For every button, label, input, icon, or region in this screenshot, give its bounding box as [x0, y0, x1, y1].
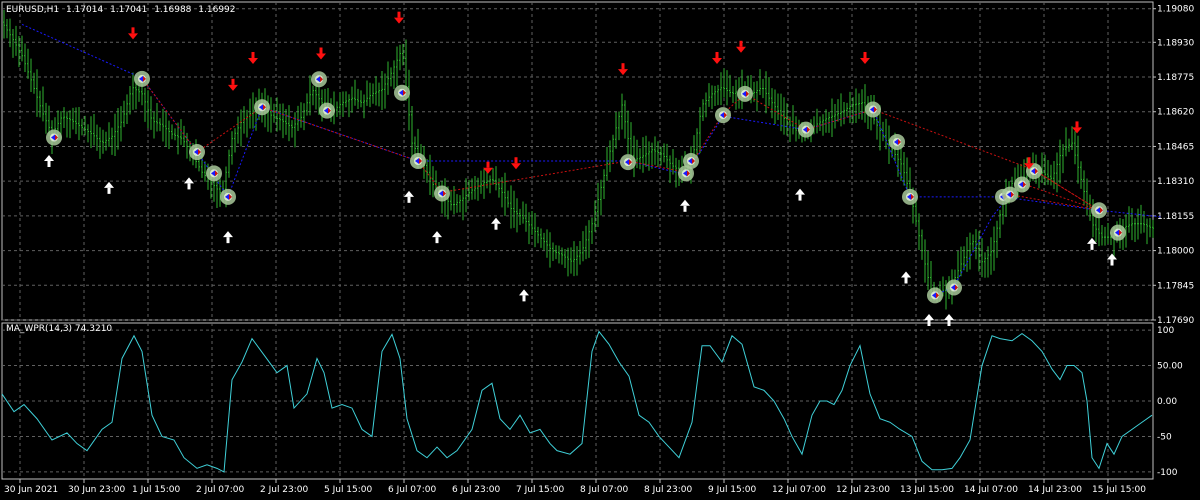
time-axis-label: 8 Jul 23:00	[644, 485, 693, 495]
up-arrow-stem	[407, 196, 411, 203]
down-arrow-stem	[514, 157, 518, 164]
time-axis-label: 12 Jul 07:00	[772, 485, 826, 495]
down-arrow-stem	[397, 11, 401, 18]
indicator-axis-label: 100	[1157, 326, 1174, 336]
down-arrow-stem	[863, 51, 867, 58]
up-arrow-stem	[522, 295, 526, 302]
time-axis-label: 12 Jul 23:00	[836, 485, 890, 495]
up-arrow-stem	[226, 237, 230, 244]
price-axis-label: 1.17690	[1157, 316, 1194, 326]
time-axis-label: 30 Jun 23:00	[68, 485, 125, 495]
price-axis-label: 1.18155	[1157, 212, 1194, 222]
down-arrow-stem	[231, 78, 235, 85]
down-arrow-stem	[486, 161, 490, 168]
price-axis-label: 1.19080	[1157, 5, 1194, 15]
indicator-axis-label: 50.00	[1157, 362, 1183, 372]
time-axis-label: 6 Jul 23:00	[452, 485, 501, 495]
time-axis-label: 13 Jul 15:00	[900, 485, 954, 495]
up-arrow-stem	[927, 320, 931, 326]
time-axis-label: 30 Jun 2021	[4, 485, 58, 495]
chart-background	[0, 0, 1200, 500]
up-arrow-stem	[947, 320, 951, 326]
price-axis-label: 1.18465	[1157, 142, 1194, 152]
time-axis-label: 14 Jul 23:00	[1028, 485, 1082, 495]
up-arrow-stem	[494, 223, 498, 230]
down-arrow-stem	[1075, 121, 1079, 128]
indicator-axis-label: -100	[1157, 468, 1178, 478]
down-arrow-stem	[319, 47, 323, 54]
up-arrow-stem	[1110, 259, 1114, 266]
indicator-axis-label: -50	[1157, 432, 1172, 442]
up-arrow-stem	[435, 237, 439, 244]
up-arrow-stem	[1090, 243, 1094, 250]
down-arrow-stem	[1027, 157, 1031, 164]
price-axis-label: 1.18310	[1157, 177, 1194, 187]
time-axis-label: 8 Jul 07:00	[580, 485, 629, 495]
up-arrow-stem	[904, 277, 908, 284]
price-axis-label: 1.18000	[1157, 247, 1194, 257]
price-axis-label: 1.18620	[1157, 108, 1194, 118]
up-arrow-stem	[47, 161, 51, 167]
down-arrow-stem	[715, 51, 719, 58]
chart-canvas[interactable]: 1.19080 1.18930 1.18775 1.18620 1.18465 1.183…	[0, 0, 1200, 500]
trading-chart[interactable]: 1.19080 1.18930 1.18775 1.18620 1.18465 1.183…	[0, 0, 1200, 500]
up-arrow-stem	[107, 187, 111, 194]
down-arrow-stem	[251, 51, 255, 58]
up-arrow-stem	[683, 205, 687, 212]
indicator-axis-label: 0.00	[1157, 397, 1177, 407]
time-axis-label: 2 Jul 23:00	[260, 485, 309, 495]
price-axis-label: 1.18930	[1157, 38, 1194, 48]
time-axis-label: 5 Jul 15:00	[324, 485, 373, 495]
time-axis-label: 2 Jul 07:00	[196, 485, 245, 495]
time-axis-label: 6 Jul 07:00	[388, 485, 437, 495]
down-arrow-stem	[131, 27, 135, 34]
up-arrow-stem	[798, 194, 802, 201]
time-axis-label: 14 Jul 07:00	[964, 485, 1018, 495]
price-axis-label: 1.17845	[1157, 281, 1194, 291]
time-axis-label: 1 Jul 15:00	[132, 485, 181, 495]
down-arrow-stem	[739, 40, 743, 47]
time-axis-label: 7 Jul 15:00	[516, 485, 565, 495]
down-arrow-stem	[621, 63, 625, 70]
price-axis-label: 1.18775	[1157, 73, 1194, 83]
time-axis-label: 15 Jul 15:00	[1092, 485, 1146, 495]
up-arrow-stem	[187, 183, 191, 190]
time-axis-label: 9 Jul 15:00	[708, 485, 757, 495]
